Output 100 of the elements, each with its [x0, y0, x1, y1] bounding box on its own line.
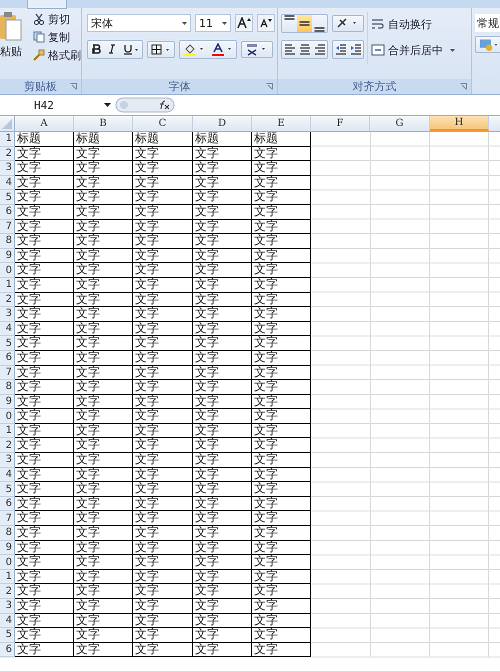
phonetic-button[interactable]: [241, 40, 273, 58]
table-cell: 文字: [133, 248, 193, 264]
table-cell: 文字: [133, 599, 193, 614]
row-header[interactable]: 2: [0, 584, 15, 599]
launcher-icon[interactable]: [70, 83, 77, 90]
table-cell: 文字: [74, 263, 133, 278]
row-header[interactable]: 0: [0, 555, 15, 570]
table-cell: 文字: [74, 204, 133, 220]
orientation-button[interactable]: [332, 14, 364, 32]
row-header[interactable]: 7: [0, 366, 15, 380]
table-cell: 文字: [193, 263, 252, 278]
borders-button[interactable]: [147, 40, 175, 58]
font-family-field[interactable]: 宋体: [87, 14, 191, 32]
table-cell: 文字: [193, 511, 252, 526]
cut-button[interactable]: 剪切: [33, 12, 81, 26]
table-cell: 文字: [15, 614, 74, 628]
table-cell: 文字: [193, 424, 252, 438]
row-header[interactable]: 6: [0, 350, 15, 366]
group-label: 字体: [168, 79, 190, 94]
bold-icon: [91, 44, 101, 54]
row-header[interactable]: 1: [0, 278, 15, 293]
copy-button[interactable]: 复制: [33, 30, 81, 44]
row-header[interactable]: 3: [0, 161, 15, 176]
row-header[interactable]: 2: [0, 146, 15, 162]
row-header[interactable]: 8: [0, 380, 15, 395]
row-header[interactable]: 3: [0, 307, 15, 322]
table-cell: 文字: [133, 366, 193, 380]
column-header[interactable]: C: [133, 116, 193, 131]
row-header[interactable]: 9: [0, 394, 15, 410]
shrink-font-button[interactable]: [257, 14, 275, 32]
column-header[interactable]: H: [430, 116, 489, 131]
name-box[interactable]: H42: [0, 97, 115, 113]
row-header[interactable]: 4: [0, 322, 15, 336]
row-header[interactable]: 3: [0, 599, 15, 614]
table-cell: 文字: [252, 190, 311, 205]
table-cell: 文字: [193, 468, 252, 482]
wrap-text-button[interactable]: 自动换行: [371, 17, 455, 31]
table-cell: 文字: [193, 540, 252, 556]
caret-icon: [222, 22, 227, 24]
table-cell: 文字: [252, 482, 311, 497]
row-header[interactable]: 1: [0, 424, 15, 438]
row-header[interactable]: 6: [0, 204, 15, 220]
row-header[interactable]: 9: [0, 248, 15, 264]
table-cell: 文字: [193, 628, 252, 643]
row-header[interactable]: 5: [0, 628, 15, 643]
table-cell: 文字: [193, 322, 252, 336]
table-cell: 文字: [133, 394, 193, 410]
row-header[interactable]: 7: [0, 511, 15, 526]
merge-center-button[interactable]: 合并后居中: [371, 43, 455, 57]
row-header[interactable]: 2: [0, 438, 15, 454]
row-header[interactable]: 5: [0, 190, 15, 205]
column-header[interactable]: A: [15, 116, 74, 131]
row-header[interactable]: 3: [0, 453, 15, 468]
painter-button[interactable]: 格式刷: [33, 48, 81, 62]
row-header[interactable]: 4: [0, 614, 15, 628]
column-header[interactable]: D: [193, 116, 252, 131]
table-cell: 文字: [15, 292, 74, 308]
launcher-icon[interactable]: [460, 83, 467, 90]
table-cell: 文字: [74, 248, 133, 264]
row-header[interactable]: 7: [0, 220, 15, 234]
number-format-field[interactable]: 常规: [475, 14, 500, 32]
table-cell: 文字: [193, 161, 252, 176]
row-header[interactable]: 8: [0, 234, 15, 249]
row-header[interactable]: 6: [0, 642, 15, 658]
function-icon[interactable]: [115, 97, 175, 113]
row-header[interactable]: 0: [0, 263, 15, 278]
table-cell: 文字: [252, 584, 311, 599]
column-header[interactable]: B: [74, 116, 133, 131]
table-cell: 文字: [74, 292, 133, 308]
table-cell: 文字: [133, 322, 193, 336]
row-header[interactable]: 5: [0, 336, 15, 351]
table-cell: 文字: [193, 307, 252, 322]
launcher-icon[interactable]: [266, 83, 273, 90]
row-header[interactable]: 1: [0, 570, 15, 584]
table-cell: 文字: [133, 220, 193, 234]
row-header[interactable]: 0: [0, 409, 15, 424]
grow-font-button[interactable]: [235, 14, 253, 32]
row-header[interactable]: 5: [0, 482, 15, 497]
column-header[interactable]: E: [252, 116, 311, 131]
row-header[interactable]: 4: [0, 176, 15, 190]
font-size-field[interactable]: 11: [195, 14, 231, 32]
table-cell: 文字: [193, 496, 252, 512]
table-cell: 文字: [252, 526, 311, 541]
table-cell: 文字: [15, 248, 74, 264]
row-header[interactable]: 2: [0, 292, 15, 308]
row-header[interactable]: 4: [0, 468, 15, 482]
table-cell: 文字: [15, 584, 74, 599]
column-header[interactable]: F: [311, 116, 370, 131]
paste-button[interactable]: 粘贴: [0, 12, 23, 62]
number-format-button[interactable]: [475, 36, 500, 53]
caret-icon: [182, 22, 187, 24]
table-cell: 文字: [133, 482, 193, 497]
vertical-align-button[interactable]: [297, 14, 312, 32]
table-cell: 文字: [15, 511, 74, 526]
table-cell: 文字: [252, 599, 311, 614]
row-header[interactable]: 9: [0, 540, 15, 556]
row-header[interactable]: 1: [0, 132, 15, 147]
row-header[interactable]: 6: [0, 496, 15, 512]
row-header[interactable]: 8: [0, 526, 15, 541]
table-cell: 文字: [15, 453, 74, 468]
